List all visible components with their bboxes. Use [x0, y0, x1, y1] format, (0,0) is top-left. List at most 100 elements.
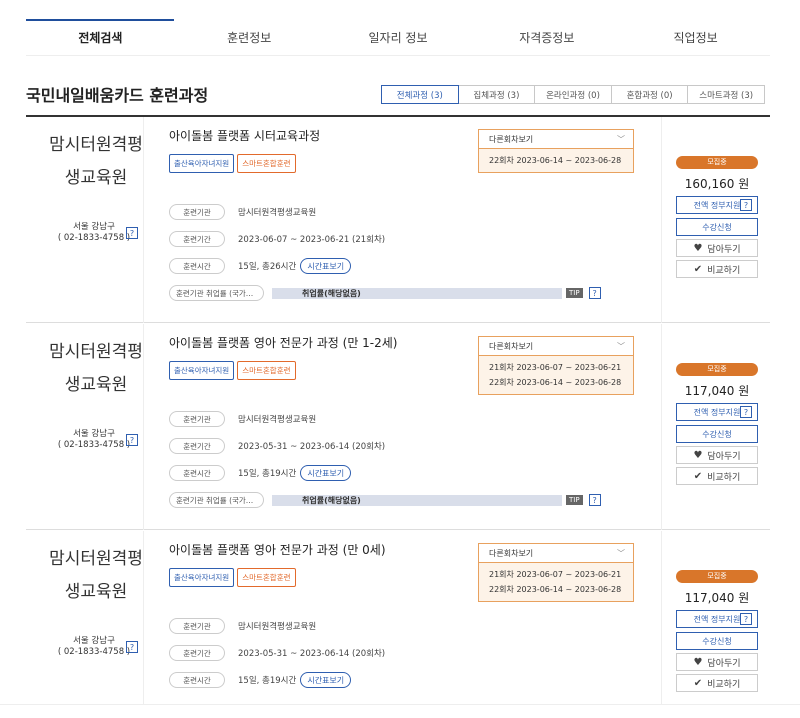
help-icon[interactable]: ? [126, 641, 138, 653]
course-badges: 출산육아자녀지원 스마트혼합훈련 [169, 361, 296, 380]
divider [661, 531, 662, 718]
label-pill: 훈련기관 [169, 411, 225, 427]
tab-all-search[interactable]: 전체검색 [26, 19, 175, 55]
course-price: 117,040 원 [684, 384, 750, 398]
label-pill: 훈련기간 [169, 645, 225, 661]
compare-button[interactable]: ✔ 비교하기 [676, 260, 758, 278]
session-selector: 다른회차보기 ﹀ 21회차 2023-06-07 ~ 2023-06-21 22… [478, 543, 634, 602]
apply-button[interactable]: 수강신청 [676, 632, 758, 650]
session-option[interactable]: 22회차 2023-06-14 ~ 2023-06-28 [489, 153, 633, 168]
label-pill: 훈련기관 취업률 (국가… [169, 285, 264, 301]
institution-name[interactable]: 맘시터원격평생교육원 [46, 336, 146, 402]
divider [661, 324, 662, 530]
filter-classroom[interactable]: 집체과정 (3) [457, 85, 536, 104]
course-card: 맘시터원격평생교육원 서울 강남구 ( 02-1833-4758 ) ? 아이돌… [26, 117, 770, 323]
help-icon[interactable]: ? [740, 613, 752, 625]
institution-name[interactable]: 맘시터원격평생교육원 [46, 129, 146, 195]
time-value: 15일, 총19시간 [238, 469, 297, 479]
compare-label: 비교하기 [707, 265, 741, 276]
help-icon[interactable]: ? [740, 199, 752, 211]
badge-smart: 스마트혼합훈련 [237, 154, 296, 173]
label-pill: 훈련기간 [169, 231, 225, 247]
course-actions: 모집중 160,160 원 전액 정부지원 ? 수강신청 ♥ 담아두기 ✔ 비교… [676, 156, 758, 278]
status-badge: 모집중 [676, 363, 758, 376]
section-title: 국민내일배움카드 훈련과정 [26, 86, 209, 105]
period-row: 훈련기간 2023-06-07 ~ 2023-06-21 (21회차) [169, 231, 385, 247]
institution-row: 훈련기관 맘시터원격평생교육원 [169, 618, 316, 634]
session-option[interactable]: 21회차 2023-06-07 ~ 2023-06-21 [489, 567, 633, 582]
course-title[interactable]: 아이돌봄 플랫폼 시터교육과정 [169, 127, 320, 144]
course-title[interactable]: 아이돌봄 플랫폼 영아 전문가 과정 (만 1-2세) [169, 334, 398, 351]
label-pill: 훈련기간 [169, 438, 225, 454]
session-option[interactable]: 22회차 2023-06-14 ~ 2023-06-28 [489, 582, 633, 597]
help-icon[interactable]: ? [588, 494, 601, 506]
course-actions: 모집중 117,040 원 전액 정부지원 ? 수강신청 ♥ 담아두기 ✔ 비교… [676, 363, 758, 485]
employment-row: 훈련기관 취업률 (국가… 취업률(해당없음) TIP ? [169, 285, 601, 301]
help-icon[interactable]: ? [588, 287, 601, 299]
session-dropdown-label: 다른회차보기 [489, 548, 534, 558]
filter-smart[interactable]: 스마트과정 (3) [687, 85, 765, 104]
timetable-button[interactable]: 시간표보기 [300, 258, 352, 274]
badge-childcare: 출산육아자녀지원 [169, 154, 235, 173]
compare-button[interactable]: ✔ 비교하기 [676, 674, 758, 692]
institution-name[interactable]: 맘시터원격평생교육원 [46, 543, 146, 609]
wishlist-button[interactable]: ♥ 담아두기 [676, 446, 758, 464]
apply-button[interactable]: 수강신청 [676, 218, 758, 236]
status-badge: 모집중 [676, 156, 758, 169]
wishlist-button[interactable]: ♥ 담아두기 [676, 239, 758, 257]
time-row: 훈련시간 15일, 총26시간 시간표보기 [169, 258, 352, 274]
full-support-button[interactable]: 전액 정부지원 ? [676, 610, 758, 628]
session-selector: 다른회차보기 ﹀ 22회차 2023-06-14 ~ 2023-06-28 [478, 129, 634, 173]
session-option[interactable]: 21회차 2023-06-07 ~ 2023-06-21 [489, 360, 633, 375]
course-card: 맘시터원격평생교육원 서울 강남구 ( 02-1833-4758 ) ? 아이돌… [26, 324, 770, 530]
badge-smart: 스마트혼합훈련 [237, 568, 296, 587]
check-icon: ✔ [693, 677, 703, 689]
course-actions: 모집중 117,040 원 전액 정부지원 ? 수강신청 ♥ 담아두기 ✔ 비교… [676, 570, 758, 692]
session-list: 21회차 2023-06-07 ~ 2023-06-21 22회차 2023-0… [479, 356, 633, 394]
session-dropdown[interactable]: 다른회차보기 ﹀ [479, 544, 633, 563]
tab-job-info[interactable]: 일자리 정보 [324, 20, 473, 55]
wishlist-label: 담아두기 [707, 451, 741, 462]
wishlist-button[interactable]: ♥ 담아두기 [676, 653, 758, 671]
apply-button[interactable]: 수강신청 [676, 425, 758, 443]
session-dropdown[interactable]: 다른회차보기 ﹀ [479, 130, 633, 149]
tip-badge[interactable]: TIP [566, 288, 583, 298]
filter-blended[interactable]: 혼합과정 (0) [610, 85, 689, 104]
help-icon[interactable]: ? [740, 406, 752, 418]
filter-online[interactable]: 온라인과정 (0) [534, 85, 612, 104]
heart-icon: ♥ [693, 449, 703, 461]
timetable-button[interactable]: 시간표보기 [300, 465, 352, 481]
label-pill: 훈련시간 [169, 258, 225, 274]
employment-rate-bar: 취업률(해당없음) [272, 494, 562, 506]
session-dropdown-label: 다른회차보기 [489, 341, 534, 351]
filter-all[interactable]: 전체과정 (3) [381, 85, 459, 104]
course-type-filters: 전체과정 (3) 집체과정 (3) 온라인과정 (0) 혼합과정 (0) 스마트… [381, 85, 765, 104]
period-row: 훈련기간 2023-05-31 ~ 2023-06-14 (20회차) [169, 438, 385, 454]
tab-occupation-info[interactable]: 직업정보 [621, 20, 770, 55]
full-support-button[interactable]: 전액 정부지원 ? [676, 403, 758, 421]
badge-childcare: 출산육아자녀지원 [169, 361, 235, 380]
heart-icon: ♥ [693, 242, 703, 254]
time-row: 훈련시간 15일, 총19시간 시간표보기 [169, 672, 352, 688]
timetable-button[interactable]: 시간표보기 [300, 672, 352, 688]
chevron-down-icon: ﹀ [617, 134, 625, 144]
horizontal-scrollbar[interactable] [0, 704, 800, 718]
label-pill: 훈련시간 [169, 465, 225, 481]
heart-icon: ♥ [693, 656, 703, 668]
full-support-label: 전액 정부지원 [693, 407, 741, 417]
session-list: 22회차 2023-06-14 ~ 2023-06-28 [479, 149, 633, 172]
time-value: 15일, 총19시간 [238, 676, 297, 686]
compare-button[interactable]: ✔ 비교하기 [676, 467, 758, 485]
help-icon[interactable]: ? [126, 434, 138, 446]
institution-value: 맘시터원격평생교육원 [238, 622, 317, 632]
tab-certificate-info[interactable]: 자격증정보 [472, 20, 621, 55]
session-option[interactable]: 22회차 2023-06-14 ~ 2023-06-28 [489, 375, 633, 390]
session-dropdown[interactable]: 다른회차보기 ﹀ [479, 337, 633, 356]
full-support-button[interactable]: 전액 정부지원 ? [676, 196, 758, 214]
course-title[interactable]: 아이돌봄 플랫폼 영아 전문가 과정 (만 0세) [169, 541, 386, 558]
employment-row: 훈련기관 취업률 (국가… 취업률(해당없음) TIP ? [169, 492, 601, 508]
tab-training-info[interactable]: 훈련정보 [175, 20, 324, 55]
badge-smart: 스마트혼합훈련 [237, 361, 296, 380]
help-icon[interactable]: ? [126, 227, 138, 239]
tip-badge[interactable]: TIP [566, 495, 583, 505]
